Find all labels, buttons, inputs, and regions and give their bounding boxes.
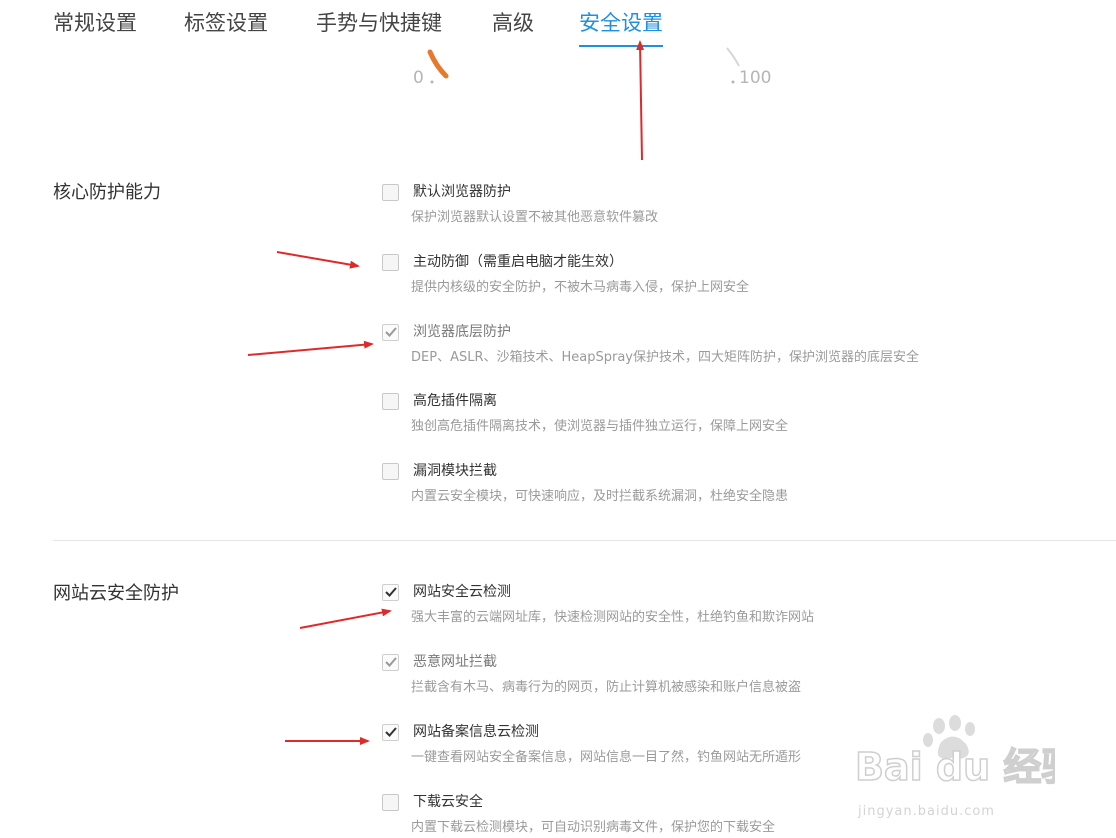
option-description: DEP、ASLR、沙箱技术、HeapSpray保护技术，四大矩阵防护，保护浏览器… bbox=[411, 350, 919, 365]
checkbox[interactable] bbox=[382, 393, 399, 410]
watermark-site: jingyan.baidu.com bbox=[858, 804, 995, 819]
gauge-min-label: 0 bbox=[413, 68, 424, 88]
option-label: 漏洞模块拦截 bbox=[413, 463, 497, 479]
red-arrow bbox=[299, 608, 392, 629]
option-label: 默认浏览器防护 bbox=[413, 184, 511, 200]
checkbox[interactable] bbox=[382, 654, 399, 671]
section-title-core-protection: 核心防护能力 bbox=[53, 182, 161, 203]
section-divider bbox=[53, 540, 1116, 541]
option-description: 拦截含有木马、病毒行为的网页，防止计算机被感染和账户信息被盗 bbox=[411, 680, 802, 695]
checkbox[interactable] bbox=[382, 324, 399, 341]
checkbox[interactable] bbox=[382, 184, 399, 201]
section-title-website-cloud-protection: 网站云安全防护 bbox=[53, 583, 179, 604]
option-description: 独创高危插件隔离技术，使浏览器与插件独立运行，保障上网安全 bbox=[411, 419, 789, 434]
red-arrow bbox=[276, 251, 360, 269]
gauge-max-label: 100 bbox=[739, 68, 772, 88]
checkbox[interactable] bbox=[382, 794, 399, 811]
option-label: 恶意网址拦截 bbox=[413, 654, 497, 670]
option-description: 一键查看网站安全备案信息，网站信息一目了然，钓鱼网站无所遁形 bbox=[411, 750, 802, 765]
option-description: 强大丰富的云端网址库，快速检测网站的安全性，杜绝钓鱼和欺诈网站 bbox=[411, 610, 815, 625]
baidu-jingyan-watermark: Bai du 经验 jingyan.baidu.com bbox=[854, 715, 1080, 825]
option-description: 内置云安全模块，可快速响应，及时拦截系统漏洞，杜绝安全隐患 bbox=[411, 489, 789, 504]
checkbox[interactable] bbox=[382, 724, 399, 741]
watermark-logo-text: Bai du 经验 bbox=[855, 745, 1055, 789]
checkmark-icon bbox=[385, 327, 397, 337]
checkmark-icon bbox=[385, 587, 397, 597]
security-score-gauge: 0 100 bbox=[0, 0, 1116, 100]
option-label: 浏览器底层防护 bbox=[413, 324, 511, 340]
option-label: 网站备案信息云检测 bbox=[413, 724, 539, 740]
gauge-arc bbox=[427, 47, 740, 84]
option-description: 内置下载云检测模块，可自动识别病毒文件，保护您的下载安全 bbox=[411, 820, 776, 835]
baidu-logo: Bai du 经验 bbox=[854, 715, 1080, 790]
checkbox[interactable] bbox=[382, 584, 399, 601]
checkbox[interactable] bbox=[382, 463, 399, 480]
checkmark-icon bbox=[385, 727, 397, 737]
checkbox[interactable] bbox=[382, 254, 399, 271]
option-description: 提供内核级的安全防护，不被木马病毒入侵，保护上网安全 bbox=[411, 280, 750, 295]
red-arrow bbox=[247, 340, 374, 356]
option-label: 主动防御（需重启电脑才能生效） bbox=[413, 254, 623, 270]
option-label: 高危插件隔离 bbox=[413, 393, 497, 409]
option-label: 网站安全云检测 bbox=[413, 584, 511, 600]
option-description: 保护浏览器默认设置不被其他恶意软件篡改 bbox=[411, 210, 659, 225]
checkmark-icon bbox=[385, 657, 397, 667]
option-label: 下载云安全 bbox=[413, 794, 483, 810]
